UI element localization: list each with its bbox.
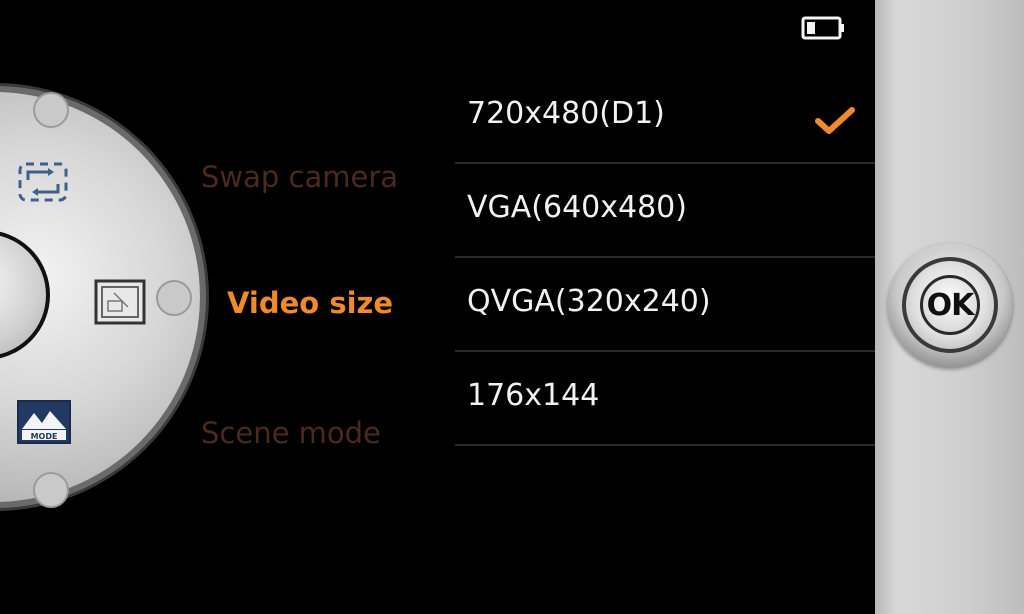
mode-dial[interactable]: MODE (0, 92, 200, 508)
dial-center-button[interactable] (0, 230, 50, 360)
video-size-icon[interactable] (94, 279, 146, 325)
ok-button-label: OK (926, 287, 975, 323)
ok-button-ring: OK (902, 257, 998, 353)
dial-notch (33, 472, 69, 508)
dial-notch (33, 92, 69, 128)
option-row[interactable]: VGA(640x480) (455, 164, 875, 258)
scene-mode-icon-text: MODE (31, 432, 58, 441)
menu-item-scene-mode[interactable]: Scene mode (201, 416, 381, 450)
option-label: 176x144 (467, 378, 600, 413)
menu-item-video-size[interactable]: Video size (227, 286, 393, 320)
menu-item-swap-camera[interactable]: Swap camera (201, 160, 398, 194)
ok-button-face: OK (920, 275, 980, 335)
option-label: 720x480(D1) (467, 96, 665, 131)
scene-mode-icon[interactable]: MODE (16, 399, 72, 445)
camera-screen: MODE Swap camera Video size Scene mode 7… (0, 0, 875, 614)
option-row[interactable]: 176x144 (455, 352, 875, 446)
battery-icon (801, 16, 844, 40)
option-label: QVGA(320x240) (467, 284, 711, 319)
option-row[interactable]: 720x480(D1) (455, 70, 875, 164)
option-row[interactable]: QVGA(320x240) (455, 258, 875, 352)
ok-button[interactable]: OK (888, 243, 1012, 367)
option-label: VGA(640x480) (467, 190, 687, 225)
check-icon (815, 107, 855, 134)
dial-notch (156, 280, 192, 316)
video-size-options: 720x480(D1) VGA(640x480) QVGA(320x240) 1… (455, 70, 875, 446)
swap-camera-icon[interactable] (16, 158, 72, 206)
